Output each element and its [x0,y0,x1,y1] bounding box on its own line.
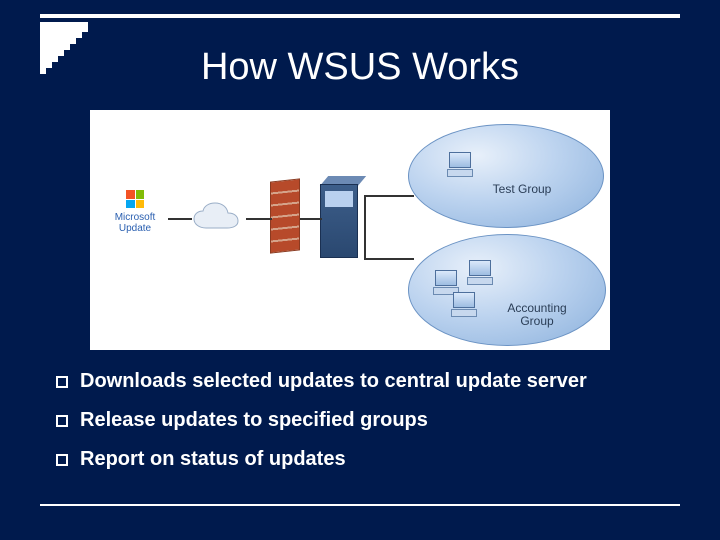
microsoft-update-node: Microsoft Update [100,190,170,234]
internet-cloud-icon [188,200,248,236]
bullet-box-icon [56,454,68,466]
connector-line [364,258,414,260]
microsoft-update-label: Microsoft Update [100,212,170,234]
top-divider [40,14,680,18]
wsus-server-icon [320,176,364,258]
connector-line [364,195,414,197]
bullet-text: Release updates to specified groups [80,409,428,432]
bullet-item: Release updates to specified groups [56,409,680,432]
bullet-item: Report on status of updates [56,448,680,471]
bullet-box-icon [56,415,68,427]
connector-line [246,218,272,220]
client-computer-icon [466,260,494,288]
slide-title: How WSUS Works [0,46,720,89]
client-computer-icon [446,152,474,180]
wsus-architecture-diagram: Microsoft Update Test Group Accounting G… [90,110,610,350]
bullet-list: Downloads selected updates to central up… [56,370,680,487]
firewall-icon [270,178,300,253]
microsoft-logo-icon [126,190,144,208]
connector-line [168,218,192,220]
bullet-box-icon [56,376,68,388]
bullet-text: Report on status of updates [80,448,346,471]
test-group-ellipse [408,124,604,228]
accounting-group-label: Accounting Group [492,302,582,328]
connector-line [364,195,366,260]
test-group-label: Test Group [482,182,562,196]
bullet-item: Downloads selected updates to central up… [56,370,680,393]
bottom-divider [40,504,680,506]
bullet-text: Downloads selected updates to central up… [80,370,587,393]
client-computer-icon [450,292,478,320]
connector-line [300,218,322,220]
